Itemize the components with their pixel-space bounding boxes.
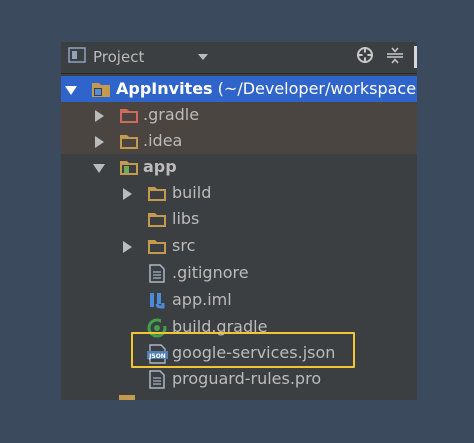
tree-item-libs[interactable]: libs (61, 206, 417, 232)
project-view-selector[interactable]: Project (68, 46, 144, 68)
tree-item-label: .gradle (143, 105, 200, 124)
tree-item-proguard-rules[interactable]: proguard-rules.pro (61, 366, 417, 392)
project-view-icon (68, 47, 86, 67)
collapse-arrow-icon[interactable] (123, 188, 132, 200)
collapse-arrow-icon[interactable] (95, 110, 104, 122)
tree-item-gradle[interactable]: .gradle (61, 102, 417, 128)
tree-item-label: app (143, 157, 177, 176)
tree-item-label: libs (172, 209, 200, 228)
collapse-arrow-icon[interactable] (123, 241, 132, 253)
folder-icon (119, 132, 139, 150)
tree-item-label: proguard-rules.pro (172, 369, 322, 388)
collapse-all-icon[interactable] (386, 46, 404, 68)
expand-arrow-icon[interactable] (93, 164, 105, 173)
folder-icon (147, 237, 167, 255)
folder-icon (147, 184, 167, 202)
excluded-folder-icon (119, 106, 139, 124)
toolbar-actions (344, 46, 417, 68)
tree-item-app-iml[interactable]: app.iml (61, 287, 417, 313)
tree-root-appinvites[interactable]: AppInvites (~/Developer/workspace (61, 76, 417, 102)
chevron-down-icon[interactable] (198, 54, 208, 60)
expand-arrow-icon[interactable] (65, 86, 77, 95)
tree-item-label: .idea (143, 131, 183, 150)
module-folder-icon (119, 158, 139, 176)
highlight-box (131, 332, 355, 368)
text-file-icon (149, 264, 169, 283)
module-folder-icon (91, 80, 111, 98)
text-file-icon (149, 370, 169, 389)
root-name: AppInvites (116, 79, 213, 98)
tree-item-idea[interactable]: .idea (61, 128, 417, 154)
tree-item-build[interactable]: build (61, 180, 417, 206)
tree-item-src[interactable]: src (61, 233, 417, 259)
tree-item-gitignore[interactable]: .gitignore (61, 260, 417, 286)
tree-item-label: build (172, 183, 212, 202)
project-view-title: Project (93, 48, 145, 66)
tree-item-label: app.iml (172, 290, 232, 309)
collapse-arrow-icon[interactable] (95, 136, 104, 148)
root-path: (~/Developer/workspace (212, 79, 417, 98)
folder-icon (119, 395, 135, 400)
project-toolbar: Project (61, 42, 417, 74)
tree-item-app[interactable]: app (61, 154, 417, 180)
locate-icon[interactable] (356, 46, 374, 68)
tree-item-partial (61, 393, 417, 400)
folder-icon (147, 210, 167, 228)
tree-item-label: .gitignore (172, 263, 249, 282)
tree-item-label: src (172, 236, 196, 255)
toolbar-divider (414, 46, 417, 68)
iml-file-icon (149, 291, 169, 309)
